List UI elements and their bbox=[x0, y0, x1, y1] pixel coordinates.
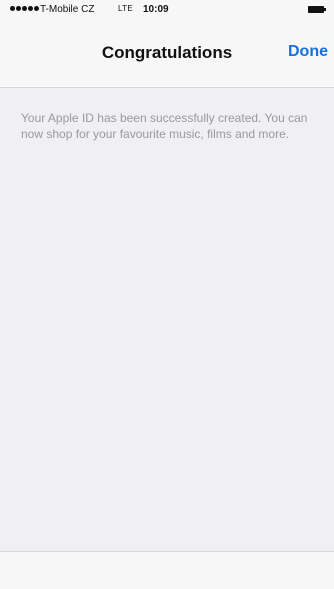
signal-strength-icon bbox=[10, 6, 39, 11]
page-title: Congratulations bbox=[101, 43, 233, 62]
network-type-label: LTE bbox=[118, 4, 133, 13]
carrier-label: T-Mobile CZ bbox=[40, 4, 95, 15]
battery-icon bbox=[308, 6, 326, 13]
done-button[interactable]: Done bbox=[288, 43, 328, 61]
navigation-bar: Congratulations Done bbox=[0, 20, 334, 88]
status-time: 10:09 bbox=[143, 4, 169, 15]
status-bar: T-Mobile CZ LTE 10:09 bbox=[0, 0, 334, 20]
screen: T-Mobile CZ LTE 10:09 Congratulations Do… bbox=[0, 0, 334, 589]
bottom-toolbar bbox=[0, 551, 334, 589]
confirmation-message: Your Apple ID has been successfully crea… bbox=[21, 111, 308, 141]
